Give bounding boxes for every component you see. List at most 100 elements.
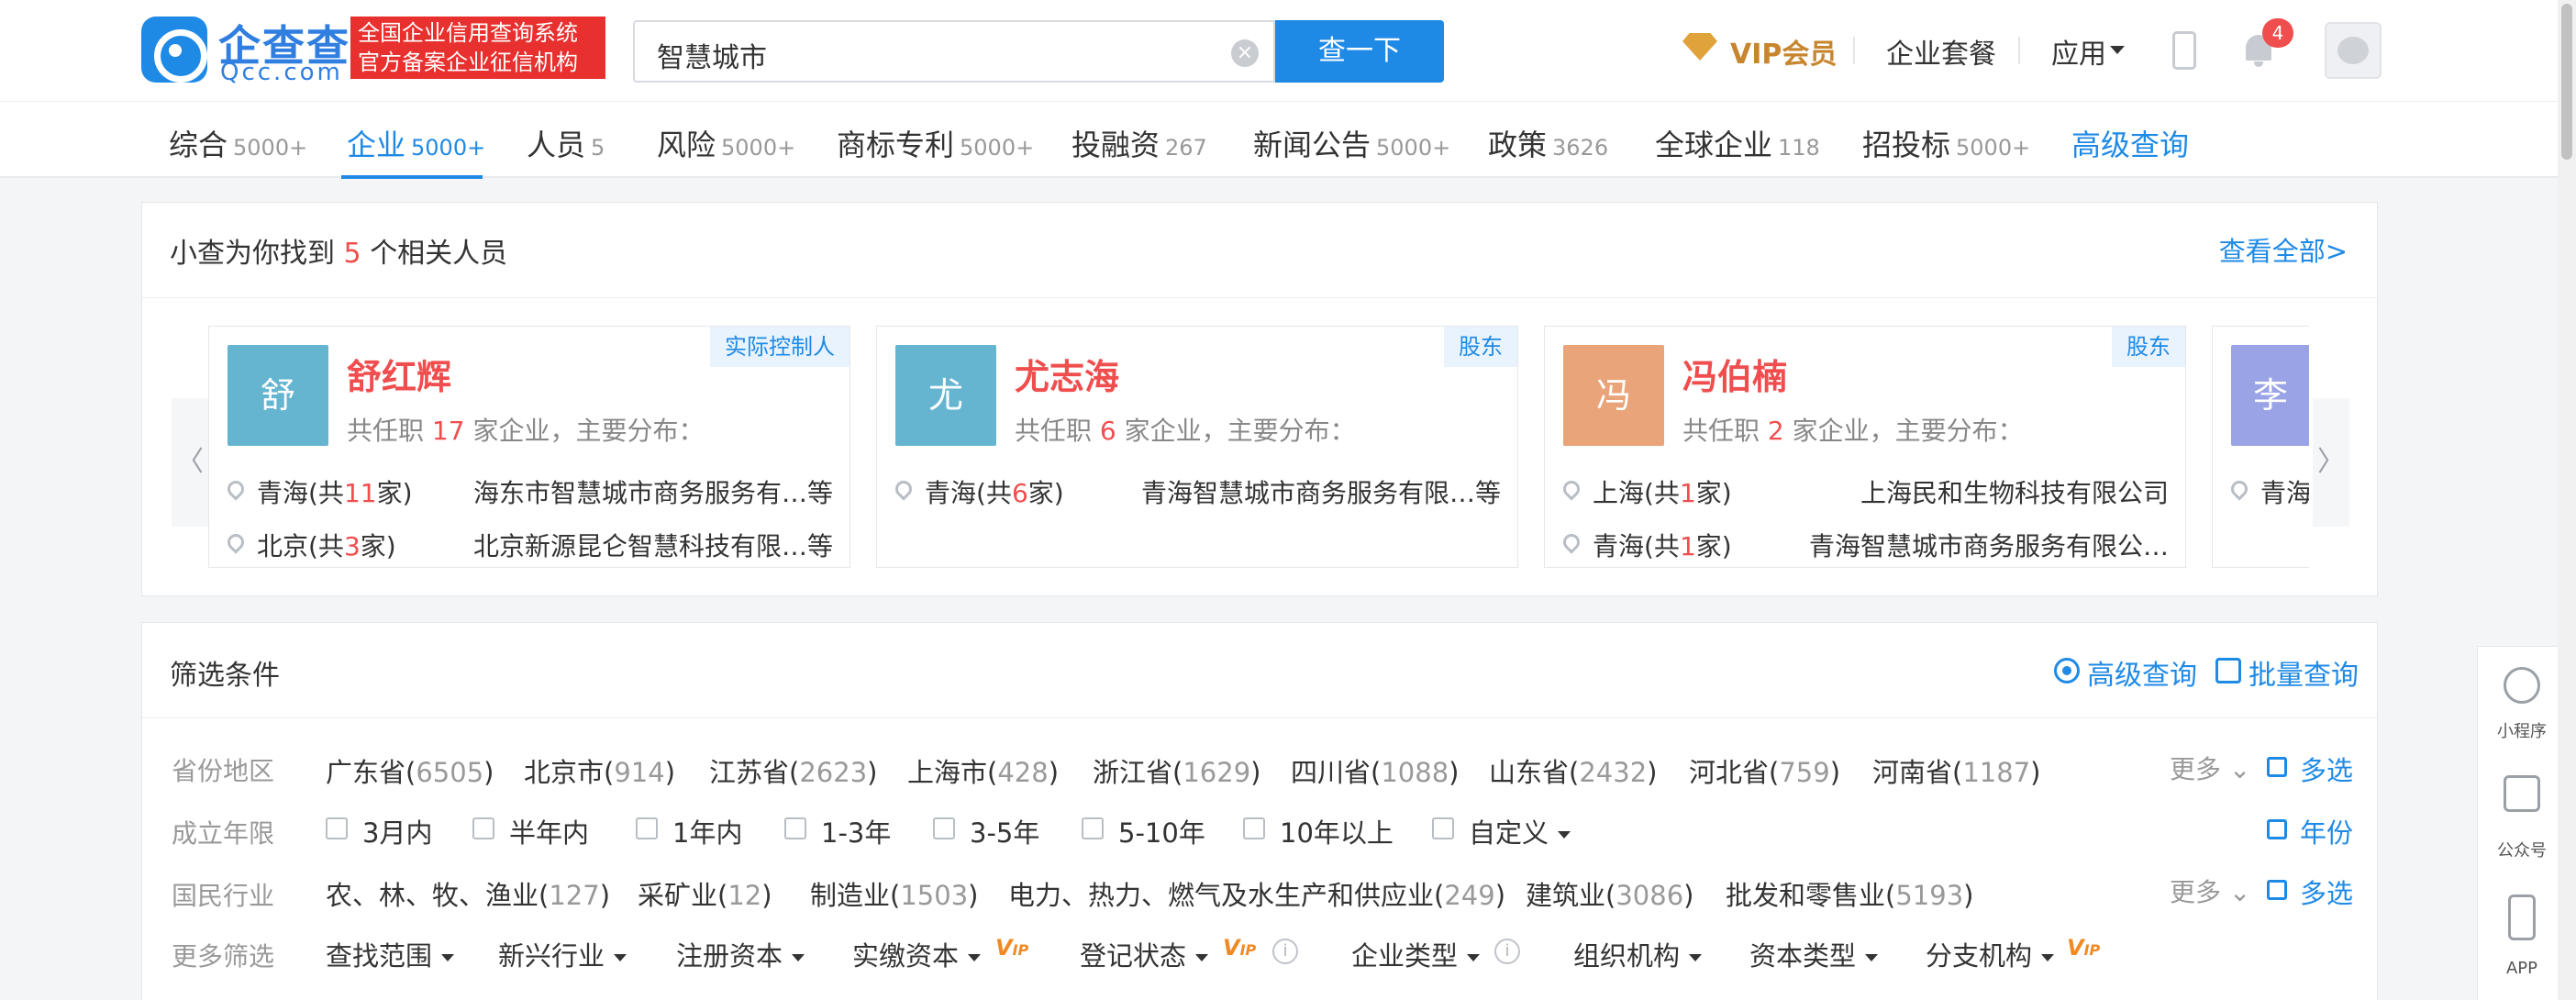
app-download-link[interactable]: APP — [2478, 959, 2566, 978]
filter-option[interactable]: 5-10年 — [1118, 812, 1205, 850]
checkbox[interactable] — [933, 817, 955, 839]
filter-option[interactable]: 农、林、牧、渔业(127) — [326, 874, 610, 913]
qcc-logo-icon[interactable] — [141, 17, 207, 83]
filter-dropdown[interactable]: 企业类型 — [1351, 935, 1481, 973]
tab-bidding[interactable]: 招投标 5000+ — [1862, 122, 2030, 164]
person-avatar[interactable]: 冯 — [1563, 345, 1664, 446]
multi-select-icon[interactable] — [2267, 757, 2287, 777]
person-card[interactable]: 舒 舒红辉 实际控制人 共任职 17 家企业，主要分布： 青海(共11家) 海东… — [208, 326, 850, 568]
filter-option[interactable]: 北京市(914) — [524, 751, 675, 790]
caret-down-icon[interactable] — [2110, 46, 2125, 54]
checkbox[interactable] — [1243, 817, 1265, 839]
search-input[interactable]: 智慧城市 × — [633, 20, 1275, 83]
filter-option[interactable]: 电力、热力、燃气及水生产和供应业(249) — [1008, 874, 1505, 913]
tab-policy[interactable]: 政策 3626 — [1488, 122, 1608, 164]
filter-dropdown[interactable]: 注册资本 — [676, 935, 805, 973]
enterprise-package-link[interactable]: 企业套餐 — [1886, 31, 1996, 72]
company-link[interactable]: 上海民和生物科技有限公司 — [1860, 473, 2169, 510]
checkbox[interactable] — [636, 817, 658, 839]
filter-dropdown[interactable]: 分支机构 — [1926, 935, 2055, 973]
tab-trademark-patent[interactable]: 商标专利 5000+ — [837, 122, 1034, 164]
checkbox[interactable] — [784, 817, 806, 839]
filter-option[interactable]: 上海市(428) — [907, 751, 1059, 790]
search-input-value[interactable]: 智慧城市 — [657, 35, 767, 75]
year-link[interactable]: 年份 — [2300, 812, 2353, 850]
person-avatar[interactable]: 尤 — [895, 345, 996, 446]
batch-search-icon[interactable] — [2215, 658, 2241, 683]
person-name[interactable]: 尤志海 — [1015, 349, 1119, 399]
filter-dropdown[interactable]: 查找范围 — [326, 935, 455, 973]
more-link[interactable]: 更多 ⌄ — [2170, 750, 2250, 786]
checkbox[interactable] — [1432, 817, 1454, 839]
tab-enterprise[interactable]: 企业 5000+ — [347, 122, 485, 164]
checkbox[interactable] — [472, 817, 494, 839]
tab-comprehensive[interactable]: 综合 5000+ — [169, 122, 307, 164]
person-avatar[interactable]: 舒 — [228, 345, 328, 446]
user-avatar[interactable] — [2325, 22, 2382, 79]
vip-member-link[interactable]: VIP会员 — [1730, 31, 1837, 72]
checkbox[interactable] — [326, 817, 348, 839]
search-button[interactable]: 查一下 — [1275, 20, 1444, 83]
diamond-icon[interactable] — [1682, 33, 1717, 61]
person-card[interactable]: 冯 冯伯楠 股东 共任职 2 家企业，主要分布： 上海(共1家) 上海民和生物科… — [1544, 326, 2186, 568]
filter-option[interactable]: 山东省(2432) — [1489, 751, 1657, 790]
scan-icon[interactable] — [2504, 775, 2540, 812]
filter-option[interactable]: 3月内 — [362, 812, 432, 850]
filter-option[interactable]: 江苏省(2623) — [709, 751, 877, 790]
tab-global-enterprise[interactable]: 全球企业 118 — [1655, 122, 1820, 164]
filter-dropdown[interactable]: 新兴行业 — [498, 935, 627, 973]
filter-option[interactable]: 广东省(6505) — [326, 751, 494, 790]
tab-advanced-search[interactable]: 高级查询 — [2071, 122, 2189, 164]
app-menu[interactable]: 应用 — [2051, 31, 2106, 72]
official-account-link[interactable]: 公众号 — [2478, 838, 2566, 861]
filter-option[interactable]: 10年以上 — [1280, 812, 1393, 850]
company-link[interactable]: 北京新源昆仑智慧科技有限…等 — [473, 527, 833, 563]
carousel-next-button[interactable]: 〉 — [2313, 398, 2349, 527]
clear-icon[interactable]: × — [1231, 39, 1259, 67]
filter-option[interactable]: 3-5年 — [970, 812, 1039, 850]
multi-select-link[interactable]: 多选 — [2300, 872, 2353, 911]
filter-dropdown[interactable]: 实缴资本 — [852, 935, 982, 973]
filter-dropdown[interactable]: 组织机构 — [1573, 935, 1703, 973]
person-name[interactable]: 冯伯楠 — [1682, 349, 1787, 399]
mobile-phone-icon[interactable] — [2172, 31, 2196, 70]
filter-option[interactable]: 采矿业(12) — [638, 874, 772, 913]
carousel-prev-button[interactable]: 〈 — [172, 398, 208, 527]
target-icon[interactable] — [2054, 658, 2080, 683]
filter-option[interactable]: 浙江省(1629) — [1093, 751, 1260, 790]
scrollbar-thumb[interactable] — [2561, 4, 2572, 160]
filter-option[interactable]: 1年内 — [672, 812, 742, 850]
person-card[interactable]: 尤 尤志海 股东 共任职 6 家企业，主要分布： 青海(共6家) 青海智慧城市商… — [876, 326, 1518, 568]
person-avatar[interactable]: 李 — [2231, 345, 2309, 446]
person-card[interactable]: 李 青海 — [2212, 326, 2309, 568]
company-link[interactable]: 青海智慧城市商务服务有限…等 — [1141, 473, 1501, 510]
tab-persons[interactable]: 人员 5 — [527, 122, 605, 164]
filter-option[interactable]: 半年内 — [509, 812, 589, 850]
batch-search-link[interactable]: 批量查询 — [2248, 652, 2359, 693]
mobile-app-icon[interactable] — [2508, 894, 2536, 940]
tab-risk[interactable]: 风险 5000+ — [657, 122, 795, 164]
custom-range-dropdown[interactable]: 自定义 — [1469, 812, 1571, 850]
filter-dropdown[interactable]: 资本类型 — [1749, 935, 1879, 973]
filter-dropdown[interactable]: 登记状态 — [1080, 935, 1209, 973]
info-icon[interactable]: i — [1272, 939, 1298, 964]
mini-program-icon[interactable] — [2504, 667, 2540, 704]
tab-investment[interactable]: 投融资 267 — [1071, 122, 1207, 164]
filter-option[interactable]: 四川省(1088) — [1291, 751, 1459, 790]
filter-option[interactable]: 河北省(759) — [1689, 751, 1840, 790]
mini-program-link[interactable]: 小程序 — [2478, 718, 2566, 742]
tab-news[interactable]: 新闻公告 5000+ — [1253, 122, 1450, 164]
filter-option[interactable]: 河南省(1187) — [1872, 751, 2040, 790]
advanced-search-link[interactable]: 高级查询 — [2087, 652, 2197, 693]
checkbox[interactable] — [1082, 817, 1104, 839]
multi-select-link[interactable]: 多选 — [2300, 750, 2353, 788]
calendar-icon[interactable] — [2267, 819, 2287, 839]
more-link[interactable]: 更多 ⌄ — [2170, 872, 2250, 909]
company-link[interactable]: 青海智慧城市商务服务有限公… — [1809, 527, 2169, 563]
filter-option[interactable]: 1-3年 — [821, 812, 891, 850]
multi-select-icon[interactable] — [2267, 880, 2287, 900]
person-name[interactable]: 舒红辉 — [347, 349, 451, 399]
filter-option[interactable]: 制造业(1503) — [810, 874, 978, 913]
company-link[interactable]: 海东市智慧城市商务服务有…等 — [473, 473, 833, 510]
filter-option[interactable]: 建筑业(3086) — [1526, 874, 1693, 913]
